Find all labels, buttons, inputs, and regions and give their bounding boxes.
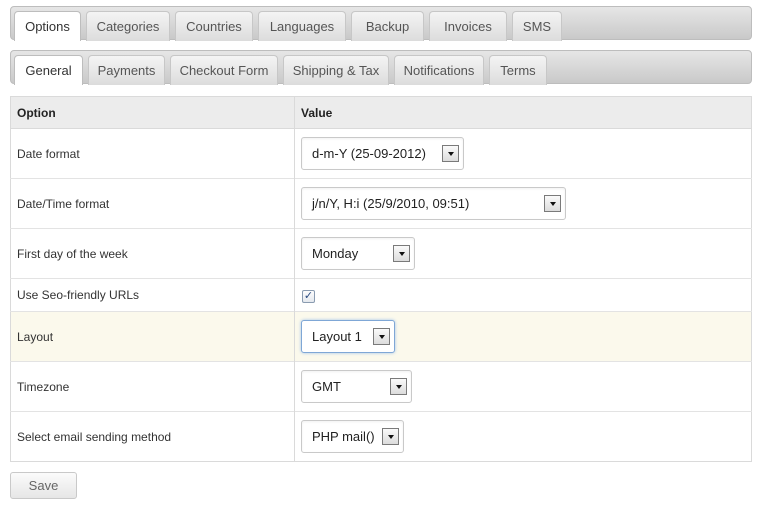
tab-label: Terms — [500, 63, 536, 78]
column-header-option: Option — [10, 96, 295, 129]
tab-countries[interactable]: Countries — [175, 11, 253, 41]
select-value: PHP mail() — [312, 429, 375, 444]
tab-options[interactable]: Options — [14, 11, 81, 41]
value-cell: ✓ — [294, 278, 752, 312]
tab-languages[interactable]: Languages — [258, 11, 346, 41]
tab-notifications[interactable]: Notifications — [394, 55, 484, 85]
tab-sms[interactable]: SMS — [512, 11, 562, 41]
tab-label: Categories — [96, 19, 160, 34]
tab-terms[interactable]: Terms — [489, 55, 547, 85]
select-value: d-m-Y (25-09-2012) — [312, 146, 426, 161]
tab-label: General — [25, 63, 72, 78]
chevron-down-icon — [544, 195, 561, 212]
chevron-down-icon — [442, 145, 459, 162]
table-row: Date/Time format j/n/Y, H:i (25/9/2010, … — [10, 178, 752, 229]
tab-label: Languages — [269, 19, 335, 34]
tab-checkout-form[interactable]: Checkout Form — [170, 55, 278, 85]
tab-label: Checkout Form — [179, 63, 269, 78]
table-row: Layout Layout 1 — [10, 311, 752, 362]
option-label: Date format — [10, 128, 295, 179]
value-cell: Layout 1 — [294, 311, 752, 362]
table-header-row: Option Value — [10, 96, 752, 129]
checkmark-icon: ✓ — [303, 289, 314, 302]
chevron-down-icon — [382, 428, 399, 445]
value-cell: d-m-Y (25-09-2012) — [294, 128, 752, 179]
tab-invoices[interactable]: Invoices — [429, 11, 507, 41]
chevron-down-icon — [393, 245, 410, 262]
tab-label: Backup — [365, 19, 410, 34]
tab-label: Options — [25, 19, 70, 34]
tab-label: Payments — [97, 63, 156, 78]
table-row: First day of the week Monday — [10, 228, 752, 279]
option-label: Timezone — [10, 361, 295, 412]
table-row: Use Seo-friendly URLs ✓ — [10, 278, 752, 312]
value-cell: Monday — [294, 228, 752, 279]
tab-label: Invoices — [444, 19, 492, 34]
tab-label: Notifications — [403, 63, 475, 78]
value-cell: GMT — [294, 361, 752, 412]
option-label: Use Seo-friendly URLs — [10, 278, 295, 312]
seo-urls-checkbox[interactable]: ✓ — [302, 289, 315, 303]
option-label: Select email sending method — [10, 411, 295, 462]
chevron-down-icon — [373, 328, 390, 345]
tab-backup[interactable]: Backup — [351, 11, 424, 41]
tab-label: Countries — [186, 19, 242, 34]
value-cell: PHP mail() — [294, 411, 752, 462]
tab-label: Shipping & Tax — [292, 63, 380, 78]
tab-shipping-tax[interactable]: Shipping & Tax — [283, 55, 389, 85]
tab-general[interactable]: General — [14, 55, 83, 85]
sub-tab-bar: General Payments Checkout Form Shipping … — [10, 50, 752, 85]
option-label: Date/Time format — [10, 178, 295, 229]
option-label: First day of the week — [10, 228, 295, 279]
chevron-down-icon — [390, 378, 407, 395]
option-label: Layout — [10, 311, 295, 362]
email-method-select[interactable]: PHP mail() — [301, 420, 404, 453]
select-value: GMT — [312, 379, 341, 394]
table-row: Timezone GMT — [10, 361, 752, 412]
first-day-select[interactable]: Monday — [301, 237, 415, 270]
save-button[interactable]: Save — [10, 472, 77, 499]
date-format-select[interactable]: d-m-Y (25-09-2012) — [301, 137, 464, 170]
options-table: Option Value Date format d-m-Y (25-09-20… — [10, 96, 752, 462]
select-value: j/n/Y, H:i (25/9/2010, 09:51) — [312, 196, 470, 211]
value-cell: j/n/Y, H:i (25/9/2010, 09:51) — [294, 178, 752, 229]
layout-select[interactable]: Layout 1 — [301, 320, 395, 353]
tab-categories[interactable]: Categories — [86, 11, 170, 41]
tab-label: SMS — [522, 19, 552, 34]
select-value: Layout 1 — [312, 329, 362, 344]
column-header-value: Value — [294, 96, 752, 129]
table-row: Date format d-m-Y (25-09-2012) — [10, 128, 752, 179]
datetime-format-select[interactable]: j/n/Y, H:i (25/9/2010, 09:51) — [301, 187, 566, 220]
main-tab-bar: Options Categories Countries Languages B… — [10, 6, 752, 41]
select-value: Monday — [312, 246, 359, 261]
table-row: Select email sending method PHP mail() — [10, 411, 752, 462]
tab-payments[interactable]: Payments — [88, 55, 165, 85]
timezone-select[interactable]: GMT — [301, 370, 412, 403]
